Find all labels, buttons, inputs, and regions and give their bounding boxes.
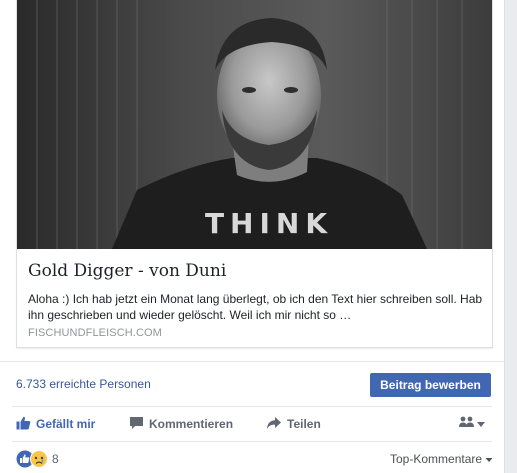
share-button[interactable]: Teilen bbox=[266, 408, 321, 440]
shirt-print: THINK bbox=[205, 207, 333, 240]
like-label: Gefällt mir bbox=[36, 417, 96, 431]
sad-reaction-icon bbox=[30, 450, 48, 468]
audience-selector[interactable] bbox=[458, 416, 486, 432]
chevron-down-icon bbox=[476, 415, 486, 433]
chevron-down-icon bbox=[482, 452, 493, 466]
boost-post-button[interactable]: Beitrag bewerben bbox=[370, 373, 491, 397]
link-preview-card[interactable]: THINK Gold Digger - von Duni Aloha :) Ic… bbox=[16, 0, 493, 348]
comment-button[interactable]: Kommentieren bbox=[129, 408, 233, 440]
divider bbox=[0, 361, 504, 362]
comment-icon bbox=[129, 416, 144, 433]
reach-count[interactable]: 6.733 erreichte Personen bbox=[16, 377, 151, 391]
link-domain: FISCHUNDFLEISCH.COM bbox=[28, 327, 162, 339]
share-label: Teilen bbox=[287, 417, 321, 431]
post-card: THINK Gold Digger - von Duni Aloha :) Ic… bbox=[0, 0, 505, 473]
reaction-count: 8 bbox=[52, 452, 59, 466]
divider bbox=[12, 406, 492, 407]
post-actions-bar: Gefällt mir Kommentieren Teilen bbox=[0, 408, 504, 440]
link-description: Aloha :) Ich hab jetzt ein Monat lang üb… bbox=[28, 292, 483, 322]
like-button[interactable]: Gefällt mir bbox=[16, 408, 95, 440]
comment-sort-label: Top-Kommentare bbox=[390, 452, 483, 466]
link-title[interactable]: Gold Digger - von Duni bbox=[28, 261, 483, 281]
comment-label: Kommentieren bbox=[149, 417, 234, 431]
friends-icon bbox=[458, 415, 476, 433]
link-preview-body[interactable]: Gold Digger - von Duni Aloha :) Ich hab … bbox=[17, 249, 492, 347]
comment-sort-dropdown[interactable]: Top-Kommentare bbox=[390, 452, 493, 466]
divider bbox=[12, 441, 492, 442]
link-preview-image[interactable]: THINK bbox=[17, 0, 492, 249]
share-arrow-icon bbox=[266, 416, 282, 433]
reactions-summary[interactable]: 8 bbox=[16, 450, 59, 468]
thumbs-up-icon bbox=[16, 416, 31, 433]
